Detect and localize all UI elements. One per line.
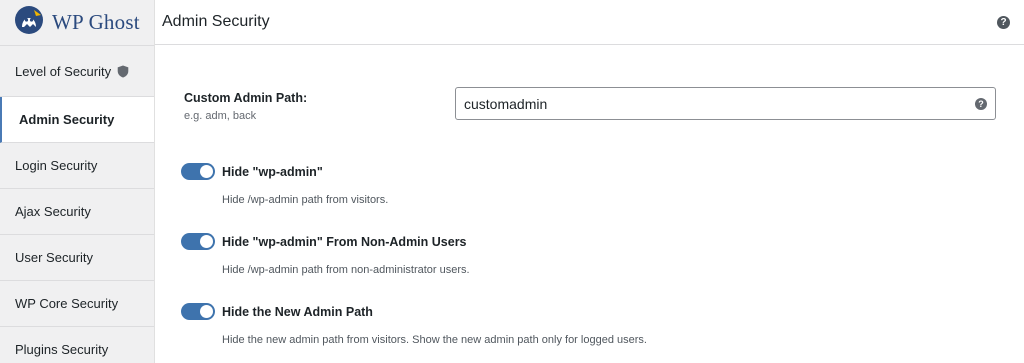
option-description: Hide the new admin path from visitors. S… [222, 334, 647, 346]
option-label: Hide "wp-admin" [222, 164, 323, 179]
custom-admin-path-input-box: ? [455, 87, 996, 120]
page-title: Admin Security [162, 13, 270, 30]
toggle-knob [200, 235, 213, 248]
sidebar: WP Ghost Level of Security Admin Securit… [0, 0, 155, 363]
sidebar-item-label: WP Core Security [15, 296, 119, 311]
hide-wp-admin-non-admin-toggle[interactable] [181, 233, 215, 250]
sidebar-item-login-security[interactable]: Login Security [0, 143, 154, 189]
sidebar-item-user-security[interactable]: User Security [0, 235, 154, 281]
toggle-knob [200, 305, 213, 318]
custom-admin-path-field: Custom Admin Path: e.g. adm, back ? [184, 87, 996, 122]
shield-icon [117, 65, 129, 78]
main-content: Admin Security ? Custom Admin Path: e.g.… [155, 0, 1024, 363]
sidebar-item-label: User Security [15, 250, 94, 265]
hide-new-admin-path-toggle[interactable] [181, 303, 215, 320]
sidebar-item-plugins-security[interactable]: Plugins Security [0, 327, 154, 363]
toggle-knob [200, 165, 213, 178]
input-help-icon[interactable]: ? [975, 97, 987, 110]
option-hide-new-admin-path: Hide the New Admin Path Hide the new adm… [181, 303, 647, 346]
sidebar-item-label: Level of Security [15, 63, 112, 79]
brand[interactable]: WP Ghost [0, 0, 154, 45]
sidebar-nav: Level of Security Admin Security Login S… [0, 45, 154, 363]
sidebar-item-wp-core-security[interactable]: WP Core Security [0, 281, 154, 327]
sidebar-item-label: Plugins Security [15, 342, 109, 357]
ghost-logo-icon [14, 5, 44, 40]
sidebar-item-label: Ajax Security [15, 204, 91, 219]
brand-name: WP Ghost [52, 10, 140, 34]
page-header: Admin Security ? [155, 0, 1024, 45]
sidebar-item-ajax-security[interactable]: Ajax Security [0, 189, 154, 235]
option-hide-wp-admin: Hide "wp-admin" Hide /wp-admin path from… [181, 163, 388, 206]
app-window: WP Ghost Level of Security Admin Securit… [0, 0, 1024, 363]
custom-admin-path-input[interactable] [464, 95, 975, 112]
sidebar-item-label: Login Security [15, 158, 98, 173]
option-label: Hide "wp-admin" From Non-Admin Users [222, 234, 467, 249]
option-description: Hide /wp-admin path from non-administrat… [222, 264, 470, 276]
option-label: Hide the New Admin Path [222, 304, 373, 319]
sidebar-item-label: Admin Security [19, 112, 115, 127]
help-icon[interactable]: ? [997, 15, 1010, 29]
hide-wp-admin-toggle[interactable] [181, 163, 215, 180]
sidebar-item-admin-security[interactable]: Admin Security [0, 97, 154, 143]
option-description: Hide /wp-admin path from visitors. [222, 194, 389, 206]
option-hide-wp-admin-non-admin: Hide "wp-admin" From Non-Admin Users Hid… [181, 233, 470, 276]
sidebar-item-level-of-security[interactable]: Level of Security [0, 45, 154, 97]
